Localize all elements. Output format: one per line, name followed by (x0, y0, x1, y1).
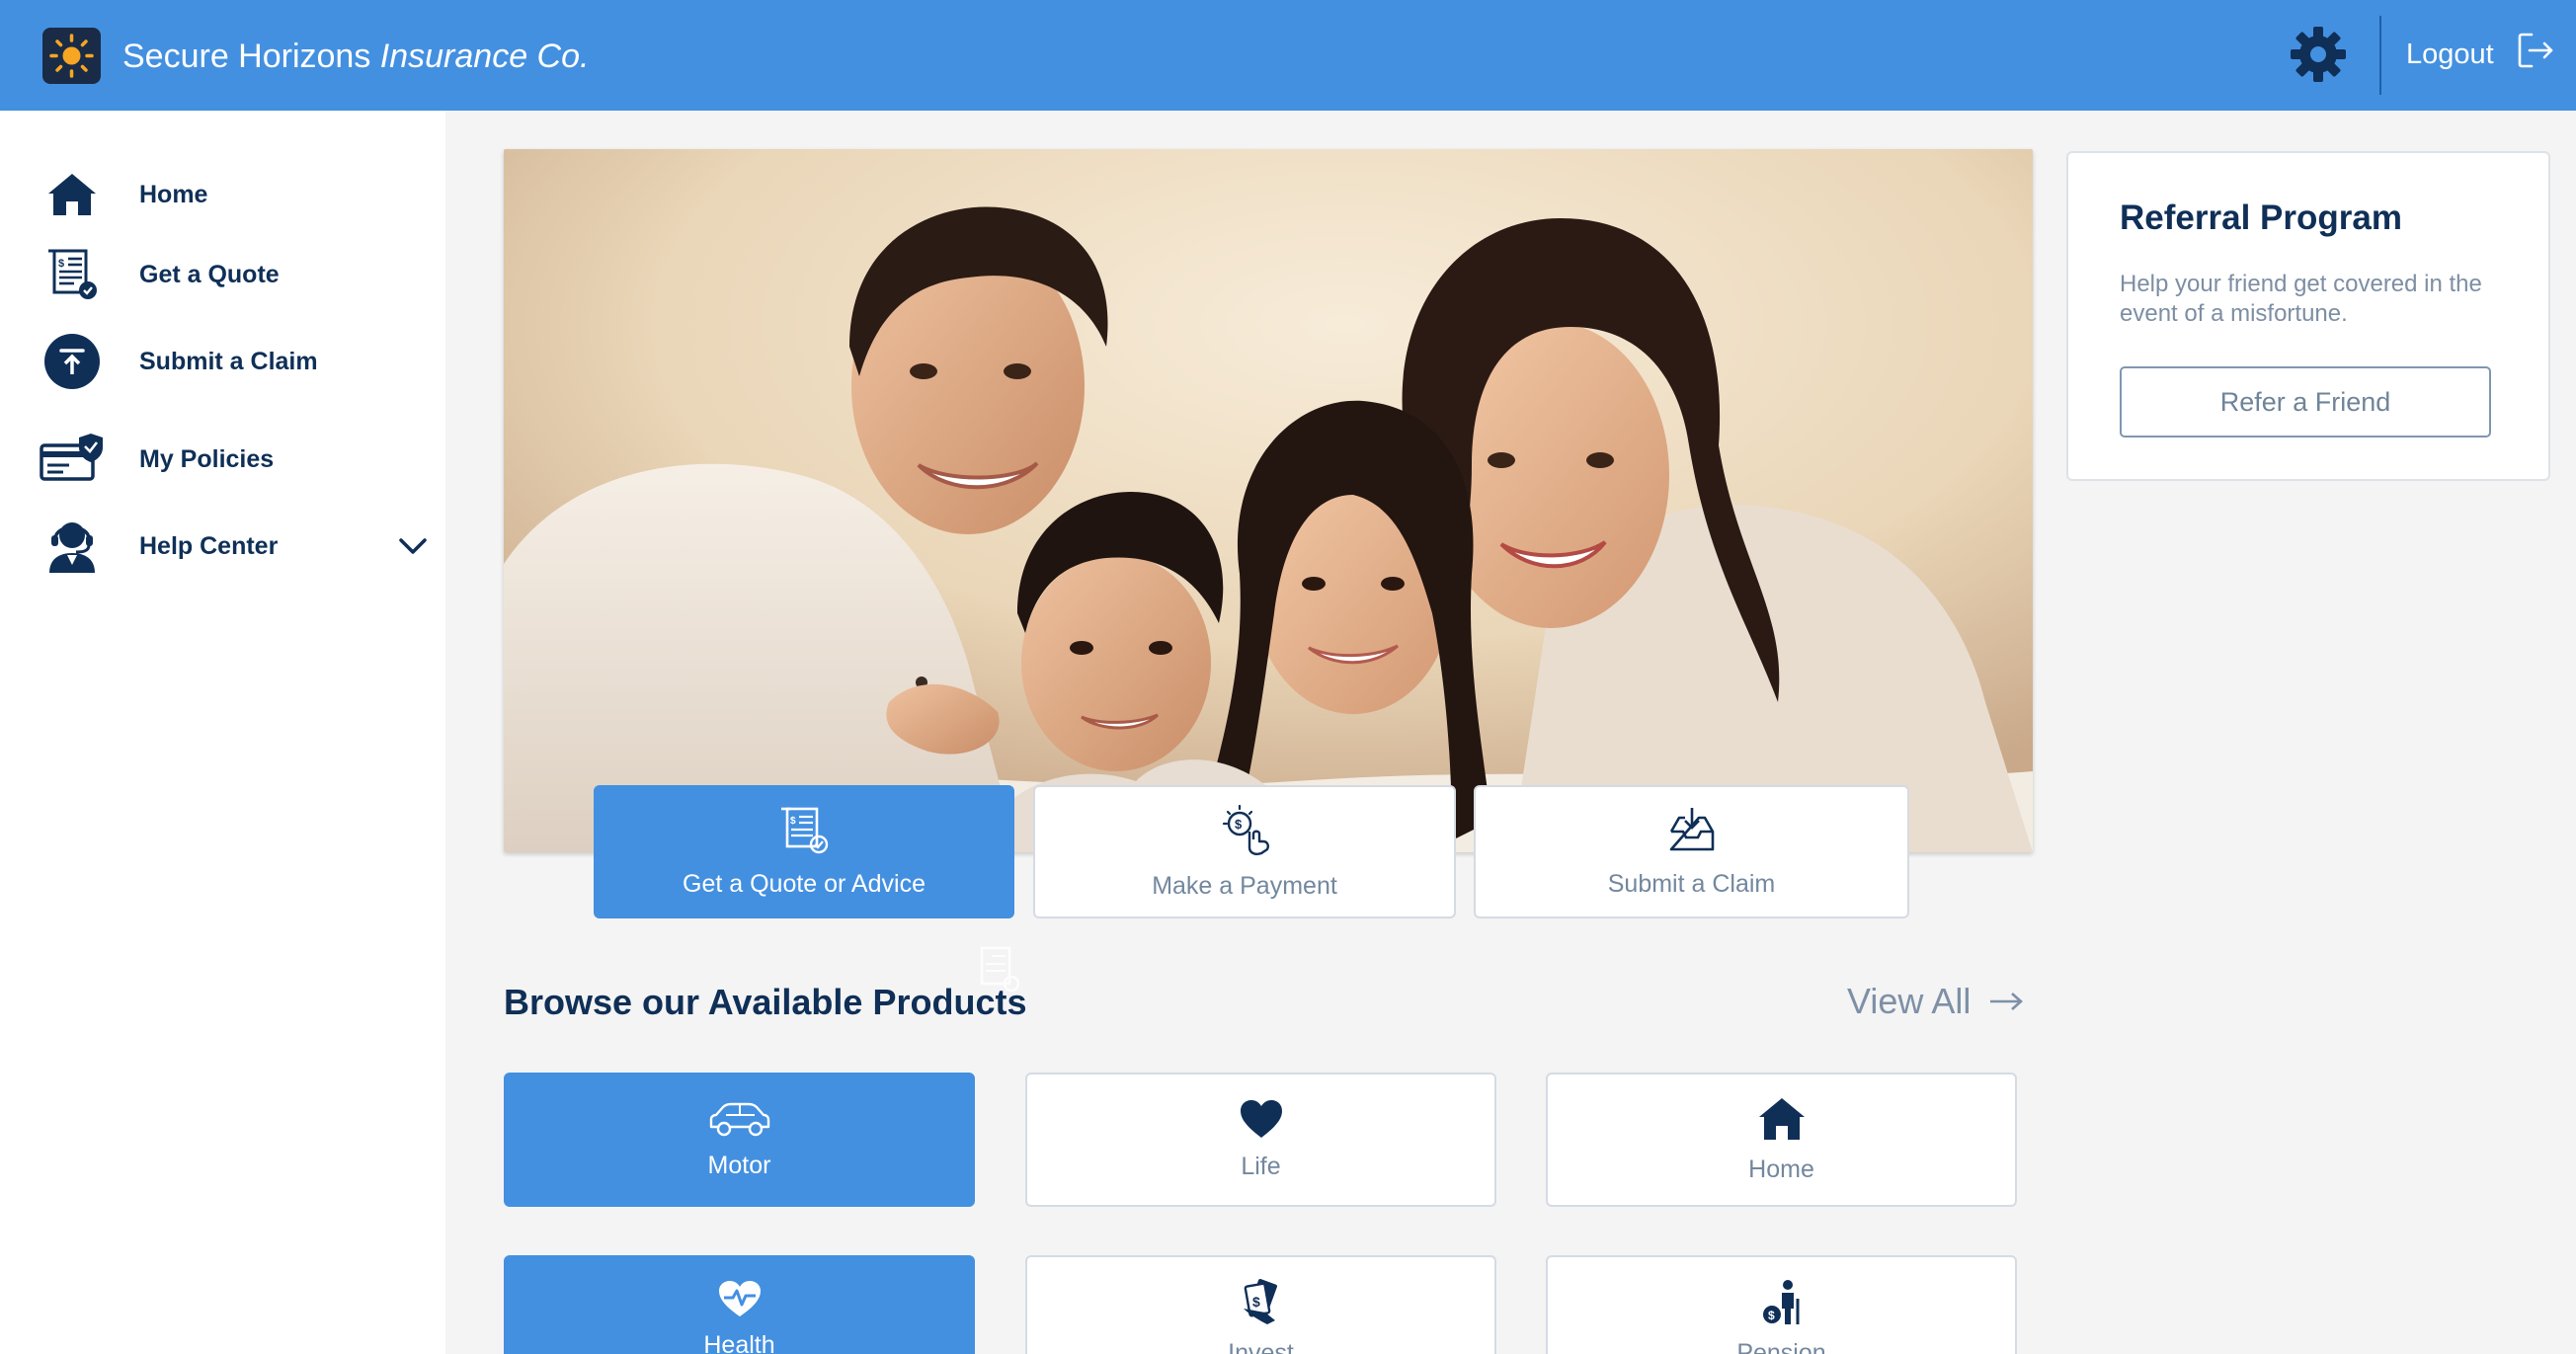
svg-text:$: $ (790, 816, 796, 827)
home-icon (1757, 1095, 1807, 1148)
product-card-pension[interactable]: $ Pension (1546, 1255, 2017, 1354)
product-label: Health (703, 1331, 775, 1354)
logout-icon (2516, 31, 2555, 78)
svg-text:$: $ (1252, 1294, 1260, 1310)
refer-a-friend-button[interactable]: Refer a Friend (2120, 366, 2491, 438)
action-label: Make a Payment (1152, 871, 1337, 900)
action-label: Submit a Claim (1607, 869, 1776, 898)
sidebar-item-label: Home (139, 180, 208, 208)
quote-receipt-icon: $ (40, 244, 105, 305)
hero-family-photo (504, 149, 2033, 852)
sidebar-item-help-center[interactable]: Help Center (40, 512, 435, 581)
sidebar-item-home[interactable]: Home (40, 160, 435, 229)
view-all-link[interactable]: View All (1847, 981, 2024, 1022)
logout-label: Logout (2406, 38, 2494, 70)
product-label: Home (1748, 1155, 1814, 1183)
heartbeat-icon (716, 1279, 764, 1323)
product-card-home[interactable]: Home (1546, 1073, 2017, 1207)
upload-claim-icon (40, 331, 105, 392)
product-label: Pension (1736, 1339, 1826, 1354)
product-label: Motor (707, 1152, 771, 1179)
product-label: Invest (1228, 1339, 1294, 1354)
action-make-payment-button[interactable]: $ Make a Payment (1033, 785, 1456, 918)
product-card-life[interactable]: Life (1025, 1073, 1496, 1207)
sidebar-item-label: My Policies (139, 444, 275, 473)
support-agent-icon (40, 516, 105, 577)
car-icon (707, 1099, 772, 1144)
sidebar-item-label: Get a Quote (139, 260, 280, 288)
header-divider (2379, 16, 2381, 95)
heart-icon (1239, 1098, 1284, 1145)
view-all-label: View All (1847, 981, 1972, 1021)
sun-icon (42, 28, 101, 84)
app-title: Secure Horizons Insurance Co. (122, 34, 589, 79)
product-card-invest[interactable]: $ Invest (1025, 1255, 1496, 1354)
quote-receipt-icon: $ (777, 806, 831, 860)
brand-name: Secure Horizons (122, 38, 371, 75)
action-submit-claim-button[interactable]: Submit a Claim (1474, 785, 1909, 918)
gear-icon[interactable] (2288, 24, 2349, 85)
inbox-download-icon (1667, 806, 1717, 860)
money-hand-icon: $ (1238, 1279, 1285, 1331)
product-card-motor[interactable]: Motor (504, 1073, 975, 1207)
arrow-right-icon (1988, 981, 2024, 1022)
action-get-quote-button[interactable]: $ Get a Quote or Advice (594, 785, 1014, 918)
action-label: Get a Quote or Advice (683, 869, 926, 898)
referral-program-card: Referral Program Help your friend get co… (2066, 151, 2550, 481)
svg-text:$: $ (1768, 1309, 1775, 1322)
home-icon (40, 164, 105, 225)
sidebar-item-label: Help Center (139, 531, 279, 560)
policy-card-shield-icon (40, 429, 105, 490)
svg-text:$: $ (1235, 817, 1243, 832)
sidebar-item-get-a-quote[interactable]: $ Get a Quote (40, 240, 435, 309)
sidebar-item-my-policies[interactable]: My Policies (40, 425, 435, 494)
brand-suffix: Insurance Co. (379, 38, 590, 75)
sidebar-item-label: Submit a Claim (139, 347, 318, 375)
chevron-down-icon[interactable] (397, 533, 429, 559)
logout-button[interactable]: Logout (2406, 30, 2555, 79)
coin-hand-icon: $ (1218, 804, 1271, 862)
elder-cane-icon: $ (1758, 1279, 1806, 1331)
products-section-title: Browse our Available Products (504, 982, 1027, 1022)
product-label: Life (1241, 1153, 1281, 1180)
referral-description: Help your friend get covered in the even… (2120, 271, 2482, 327)
referral-title: Referral Program (2120, 199, 2402, 237)
svg-text:$: $ (58, 258, 64, 270)
sidebar-item-submit-a-claim[interactable]: Submit a Claim (40, 327, 435, 396)
sidebar: Home $ Get a Quote Submit a Claim My Pol… (0, 111, 445, 1354)
top-bar: Secure Horizons Insurance Co. Logout (0, 0, 2576, 111)
product-card-health[interactable]: Health (504, 1255, 975, 1354)
